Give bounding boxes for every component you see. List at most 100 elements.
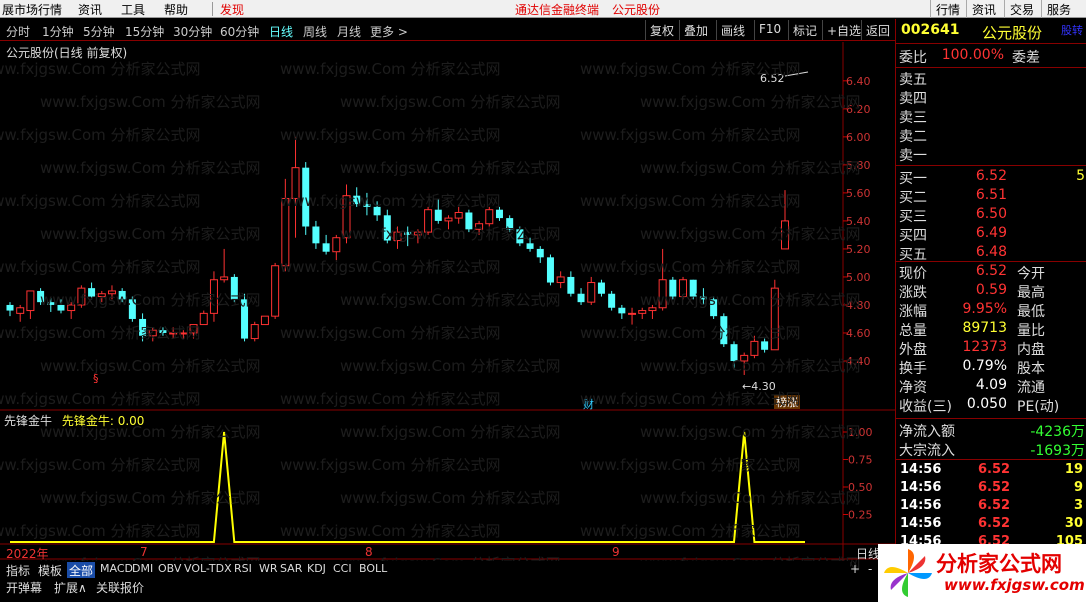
quote-stat-label: 外盘 bbox=[899, 342, 927, 358]
menu-divider bbox=[212, 2, 213, 16]
buy-level-label: 买二 bbox=[899, 190, 927, 206]
tab-all[interactable]: 全部 bbox=[67, 562, 96, 579]
quote-stat-row: 换手 0.79% 股本 bbox=[896, 358, 1086, 377]
menu-market[interactable]: 展市场行情 bbox=[2, 1, 62, 18]
sell-4: 卖四 bbox=[896, 88, 1086, 107]
btn-back[interactable]: 返回 bbox=[861, 20, 894, 40]
tab-1min[interactable]: 1分钟 bbox=[42, 23, 74, 40]
tab-60min[interactable]: 60分钟 bbox=[220, 23, 259, 40]
tab-wr[interactable]: WR bbox=[257, 562, 280, 575]
tab-monthly[interactable]: 月线 bbox=[337, 23, 361, 40]
menu-news[interactable]: 资讯 bbox=[78, 1, 102, 18]
candle-body bbox=[404, 232, 412, 235]
candle-body bbox=[689, 279, 697, 297]
candle-body bbox=[241, 299, 249, 339]
tab-dmi[interactable]: DMI bbox=[130, 562, 155, 575]
tab-rsi[interactable]: RSI bbox=[232, 562, 254, 575]
tab-boll[interactable]: BOLL bbox=[357, 562, 389, 575]
quote-stat-label-right: PE(动) bbox=[1017, 399, 1060, 415]
tab-daily[interactable]: 日线 bbox=[269, 23, 293, 40]
stock-title-link[interactable]: 公元股份 bbox=[612, 1, 660, 18]
candle-body bbox=[97, 293, 106, 298]
buy-level-label: 买三 bbox=[899, 209, 927, 225]
candle-body bbox=[720, 316, 728, 345]
tab-sar[interactable]: SAR bbox=[278, 562, 304, 575]
quote-stat-label: 现价 bbox=[899, 266, 927, 282]
tab-5min[interactable]: 5分钟 bbox=[83, 23, 115, 40]
quote-stat-value: 0.59 bbox=[975, 282, 1007, 298]
period-indicator[interactable]: 日线 bbox=[856, 545, 880, 562]
side-tag[interactable]: 股转 bbox=[1061, 22, 1083, 38]
price-axis-label: 4.80 bbox=[846, 299, 871, 312]
candle-body bbox=[6, 304, 14, 311]
quote-stat-label-right: 内盘 bbox=[1017, 342, 1045, 358]
btn-expand[interactable]: 扩展∧ bbox=[54, 579, 87, 596]
quote-stat-label-right: 今开 bbox=[1017, 266, 1045, 282]
menu-help[interactable]: 帮助 bbox=[164, 1, 188, 18]
sell-5: 卖五 bbox=[896, 69, 1086, 88]
tab-obv[interactable]: OBV bbox=[156, 562, 183, 575]
btn-overlay[interactable]: 叠加 bbox=[679, 20, 712, 40]
dividend-marker-icon: § bbox=[93, 372, 99, 385]
candle-body bbox=[393, 231, 402, 242]
menu-discover[interactable]: 发现 bbox=[220, 1, 244, 18]
btn-info[interactable]: 资讯 bbox=[966, 0, 1001, 18]
quote-panel: 002641 公元股份 股转 委比 100.00% 委差 卖五 卖四 卖三 卖二… bbox=[895, 19, 1086, 602]
candle-body bbox=[250, 324, 259, 340]
btn-related-quote[interactable]: 关联报价 bbox=[96, 579, 144, 596]
stock-name: 公元股份 bbox=[982, 24, 1043, 42]
price-axis-label: 6.40 bbox=[846, 75, 871, 88]
candle-body bbox=[454, 211, 463, 219]
price-axis-label: 5.40 bbox=[846, 215, 871, 228]
fund-flow-row: 大宗流入 -1693万 bbox=[896, 440, 1086, 459]
minus-icon[interactable]: - bbox=[866, 562, 874, 576]
tab-template[interactable]: 模板 bbox=[36, 562, 64, 579]
btn-trade[interactable]: 交易 bbox=[1004, 0, 1039, 18]
site-logo: 分析家公式网 www.fxjgsw.com bbox=[878, 544, 1086, 602]
btn-restore-right[interactable]: 复权 bbox=[645, 20, 678, 40]
buy-level-price: 6.50 bbox=[975, 206, 1007, 222]
buy-level-price: 6.48 bbox=[975, 244, 1007, 260]
quote-stat-label: 收益(三) bbox=[899, 399, 952, 415]
candle-body bbox=[781, 220, 789, 250]
tab-vol-tdx[interactable]: VOL-TDX bbox=[182, 562, 234, 575]
divider bbox=[896, 261, 1086, 262]
tab-weekly[interactable]: 周线 bbox=[303, 23, 327, 40]
app-title-link[interactable]: 通达信金融终端 bbox=[515, 1, 599, 18]
btn-service[interactable]: 服务 bbox=[1041, 0, 1076, 18]
tab-cci[interactable]: CCI bbox=[331, 562, 354, 575]
candle-body bbox=[506, 218, 514, 230]
candle-body bbox=[516, 229, 524, 244]
candle-body bbox=[424, 209, 433, 233]
quote-stat-value: 4.09 bbox=[975, 377, 1007, 393]
candle-body bbox=[618, 307, 626, 314]
btn-f10[interactable]: F10 bbox=[754, 20, 785, 40]
sell-1: 卖一 bbox=[896, 145, 1086, 164]
btn-quote[interactable]: 行情 bbox=[930, 0, 965, 18]
tick-volume: 3 bbox=[1073, 498, 1083, 513]
tab-fenshi[interactable]: 分时 bbox=[6, 23, 30, 40]
quote-stat-value: 0.79% bbox=[962, 358, 1007, 374]
tab-30min[interactable]: 30分钟 bbox=[173, 23, 212, 40]
plus-icon[interactable]: + bbox=[848, 562, 862, 576]
buy-level-label: 买四 bbox=[899, 228, 927, 244]
chart-area[interactable]: 6.40 6.20 6.00 5.80 5.60 5.40 5.20 5.00 4.80 4.60… bbox=[0, 42, 895, 562]
tab-kdj[interactable]: KDJ bbox=[305, 562, 328, 575]
btn-danmaku[interactable]: 开弹幕 bbox=[6, 579, 42, 596]
btn-draw[interactable]: 画线 bbox=[716, 20, 749, 40]
quote-stat-row: 涨幅 9.95% 最低 bbox=[896, 301, 1086, 320]
btn-add-watchlist[interactable]: +自选 bbox=[822, 20, 865, 40]
candle-body bbox=[363, 204, 371, 207]
quote-stat-value: 89713 bbox=[962, 320, 1007, 336]
tab-indicator[interactable]: 指标 bbox=[4, 562, 32, 579]
tab-more[interactable]: 更多 > bbox=[370, 23, 408, 40]
tick-row: 14:56 6.52 19 bbox=[896, 462, 1086, 480]
tab-15min[interactable]: 15分钟 bbox=[125, 23, 164, 40]
btn-mark[interactable]: 标记 bbox=[788, 20, 821, 40]
menu-tools[interactable]: 工具 bbox=[121, 1, 145, 18]
candle-body bbox=[353, 195, 361, 205]
indicator-axis-label: 0.50 bbox=[848, 481, 873, 494]
tick-price: 6.52 bbox=[978, 498, 1011, 513]
sell-1-label: 卖一 bbox=[899, 148, 927, 164]
price-axis-label: 5.20 bbox=[846, 243, 871, 256]
